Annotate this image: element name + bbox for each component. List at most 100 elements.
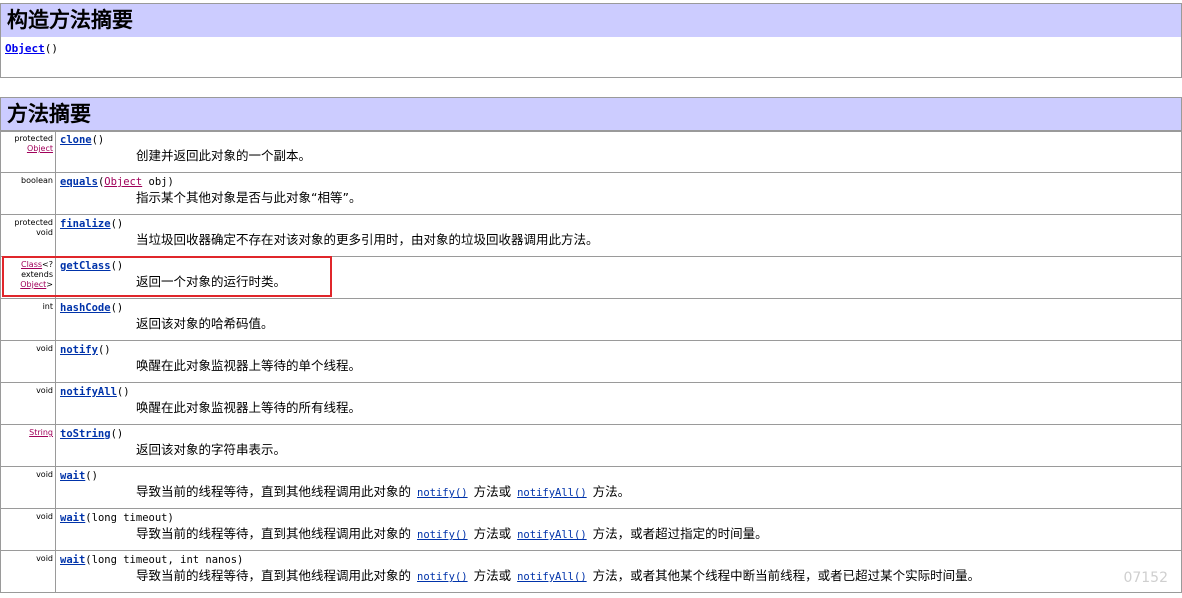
method-args: ()	[97, 344, 111, 356]
return-type-cell: protected Object	[0, 130, 56, 173]
method-name-link[interactable]: wait	[60, 470, 85, 482]
method-description-cell: notify() 唤醒在此对象监视器上等待的单个线程。	[55, 340, 1182, 383]
method-description: 唤醒在此对象监视器上等待的单个线程。	[136, 358, 362, 373]
method-row: void wait(long timeout) 导致当前的线程等待，直到其他线程调用…	[0, 508, 1182, 551]
generic-extends: extends	[21, 270, 53, 279]
method-row: protected Object clone() 创建并返回此对象的一个副本。	[0, 130, 1182, 173]
method-description-cell: wait(long timeout, int nanos) 导致当前的线程等待，直…	[55, 550, 1182, 593]
modifier: void	[36, 554, 53, 563]
notifyall-link[interactable]: notifyAll()	[517, 529, 587, 541]
method-description-mid: 方法或	[473, 484, 512, 499]
method-row: void notifyAll() 唤醒在此对象监视器上等待的所有线程。	[0, 382, 1182, 425]
method-summary-heading: 方法摘要	[0, 97, 1182, 132]
modifier: protected	[14, 218, 53, 227]
method-name-link[interactable]: hashCode	[60, 302, 111, 314]
notifyall-link[interactable]: notifyAll()	[517, 571, 587, 583]
generic-open: <?	[42, 260, 53, 269]
method-args: (long timeout, int nanos)	[85, 554, 244, 566]
method-description-mid: 方法或	[473, 526, 512, 541]
method-description-cell: finalize() 当垃圾回收器确定不存在对该对象的更多引用时，由对象的垃圾回收…	[55, 214, 1182, 257]
method-description: 当垃圾回收器确定不存在对该对象的更多引用时，由对象的垃圾回收器调用此方法。	[136, 232, 599, 247]
constructor-summary-box: Object()	[0, 37, 1182, 78]
generic-close: >	[46, 280, 53, 289]
method-description: 返回该对象的字符串表示。	[136, 442, 287, 457]
method-description-cell: wait(long timeout) 导致当前的线程等待，直到其他线程调用此对象的…	[55, 508, 1182, 551]
return-type-link[interactable]: String	[29, 428, 53, 437]
constructor-object-link[interactable]: Object	[5, 42, 45, 55]
method-row: boolean equals(Object obj) 指示某个其他对象是否与此对象“…	[0, 172, 1182, 215]
method-description-cell: getClass() 返回一个对象的运行时类。	[55, 256, 1182, 299]
method-row: protected void finalize() 当垃圾回收器确定不存在对该对象的更…	[0, 214, 1182, 257]
method-name-link[interactable]: notifyAll	[60, 386, 117, 398]
modifier: void	[36, 512, 53, 521]
return-type-cell: String	[0, 424, 56, 467]
modifier: void	[36, 344, 53, 353]
return-type-link[interactable]: Class	[21, 260, 42, 269]
method-name-link[interactable]: getClass	[60, 260, 111, 272]
method-summary-table: protected Object clone() 创建并返回此对象的一个副本。 bool…	[0, 130, 1182, 593]
method-description: 创建并返回此对象的一个副本。	[136, 148, 312, 163]
method-args: ()	[91, 134, 105, 146]
notify-link[interactable]: notify()	[417, 487, 468, 499]
method-description-cell: wait() 导致当前的线程等待，直到其他线程调用此对象的 notify() 方法或 n…	[55, 466, 1182, 509]
method-description: 返回该对象的哈希码值。	[136, 316, 274, 331]
method-name-link[interactable]: toString	[60, 428, 111, 440]
method-description: 导致当前的线程等待，直到其他线程调用此对象的	[136, 568, 412, 583]
method-name-link[interactable]: equals	[60, 176, 98, 188]
method-row: String toString() 返回该对象的字符串表示。	[0, 424, 1182, 467]
watermark: 07152	[1123, 570, 1168, 586]
method-args-tail: obj)	[142, 176, 174, 188]
arg-type-link[interactable]: Object	[104, 176, 142, 188]
method-row: void wait() 导致当前的线程等待，直到其他线程调用此对象的 notify()…	[0, 466, 1182, 509]
return-type-cell: int	[0, 298, 56, 341]
method-row: void notify() 唤醒在此对象监视器上等待的单个线程。	[0, 340, 1182, 383]
modifier: int	[42, 302, 53, 311]
method-description-cell: notifyAll() 唤醒在此对象监视器上等待的所有线程。	[55, 382, 1182, 425]
method-args: ()	[110, 302, 124, 314]
method-name-link[interactable]: wait	[60, 512, 85, 524]
method-description-cell: equals(Object obj) 指示某个其他对象是否与此对象“相等”。	[55, 172, 1182, 215]
method-summary-title: 方法摘要	[7, 102, 91, 126]
constructor-parens: ()	[44, 42, 58, 55]
method-description: 唤醒在此对象监视器上等待的所有线程。	[136, 400, 362, 415]
method-args: ()	[85, 470, 98, 482]
method-description-cell: hashCode() 返回该对象的哈希码值。	[55, 298, 1182, 341]
method-description-mid: 方法或	[473, 568, 512, 583]
return-type-cell: Class<? extends Object>	[0, 256, 56, 299]
notify-link[interactable]: notify()	[417, 529, 468, 541]
return-type-cell: protected void	[0, 214, 56, 257]
method-description-end: 方法。	[592, 484, 631, 499]
notify-link[interactable]: notify()	[417, 571, 468, 583]
modifier: protected	[14, 134, 53, 143]
modifier: boolean	[21, 176, 53, 185]
modifier: void	[36, 386, 53, 395]
notifyall-link[interactable]: notifyAll()	[517, 487, 587, 499]
method-description: 指示某个其他对象是否与此对象“相等”。	[136, 190, 362, 205]
method-args: ()	[116, 386, 130, 398]
constructor-summary-heading: 构造方法摘要	[0, 3, 1182, 38]
bound-type-link[interactable]: Object	[20, 280, 46, 289]
modifier: void	[36, 470, 53, 479]
return-type-link[interactable]: Object	[27, 144, 53, 153]
method-description-end: 方法，或者超过指定的时间量。	[592, 526, 768, 541]
method-name-link[interactable]: finalize	[60, 218, 111, 230]
method-args: ()	[110, 260, 124, 272]
method-description-end: 方法，或者其他某个线程中断当前线程，或者已超过某个实际时间量。	[592, 568, 981, 583]
method-name-link[interactable]: wait	[60, 554, 85, 566]
method-args: ()	[110, 428, 124, 440]
return-type: void	[36, 228, 53, 237]
method-args: (long timeout)	[85, 512, 174, 524]
return-type-cell: void	[0, 550, 56, 593]
method-description-cell: toString() 返回该对象的字符串表示。	[55, 424, 1182, 467]
method-name-link[interactable]: clone	[60, 134, 92, 146]
return-type-cell: void	[0, 340, 56, 383]
method-description: 导致当前的线程等待，直到其他线程调用此对象的	[136, 484, 412, 499]
method-name-link[interactable]: notify	[60, 344, 98, 356]
method-args: ()	[110, 218, 124, 230]
return-type-cell: void	[0, 382, 56, 425]
method-row: void wait(long timeout, int nanos) 导致当前的线程…	[0, 550, 1182, 593]
return-type-cell: boolean	[0, 172, 56, 215]
return-type-cell: void	[0, 508, 56, 551]
constructor-summary-title: 构造方法摘要	[7, 8, 133, 32]
method-description: 导致当前的线程等待，直到其他线程调用此对象的	[136, 526, 412, 541]
